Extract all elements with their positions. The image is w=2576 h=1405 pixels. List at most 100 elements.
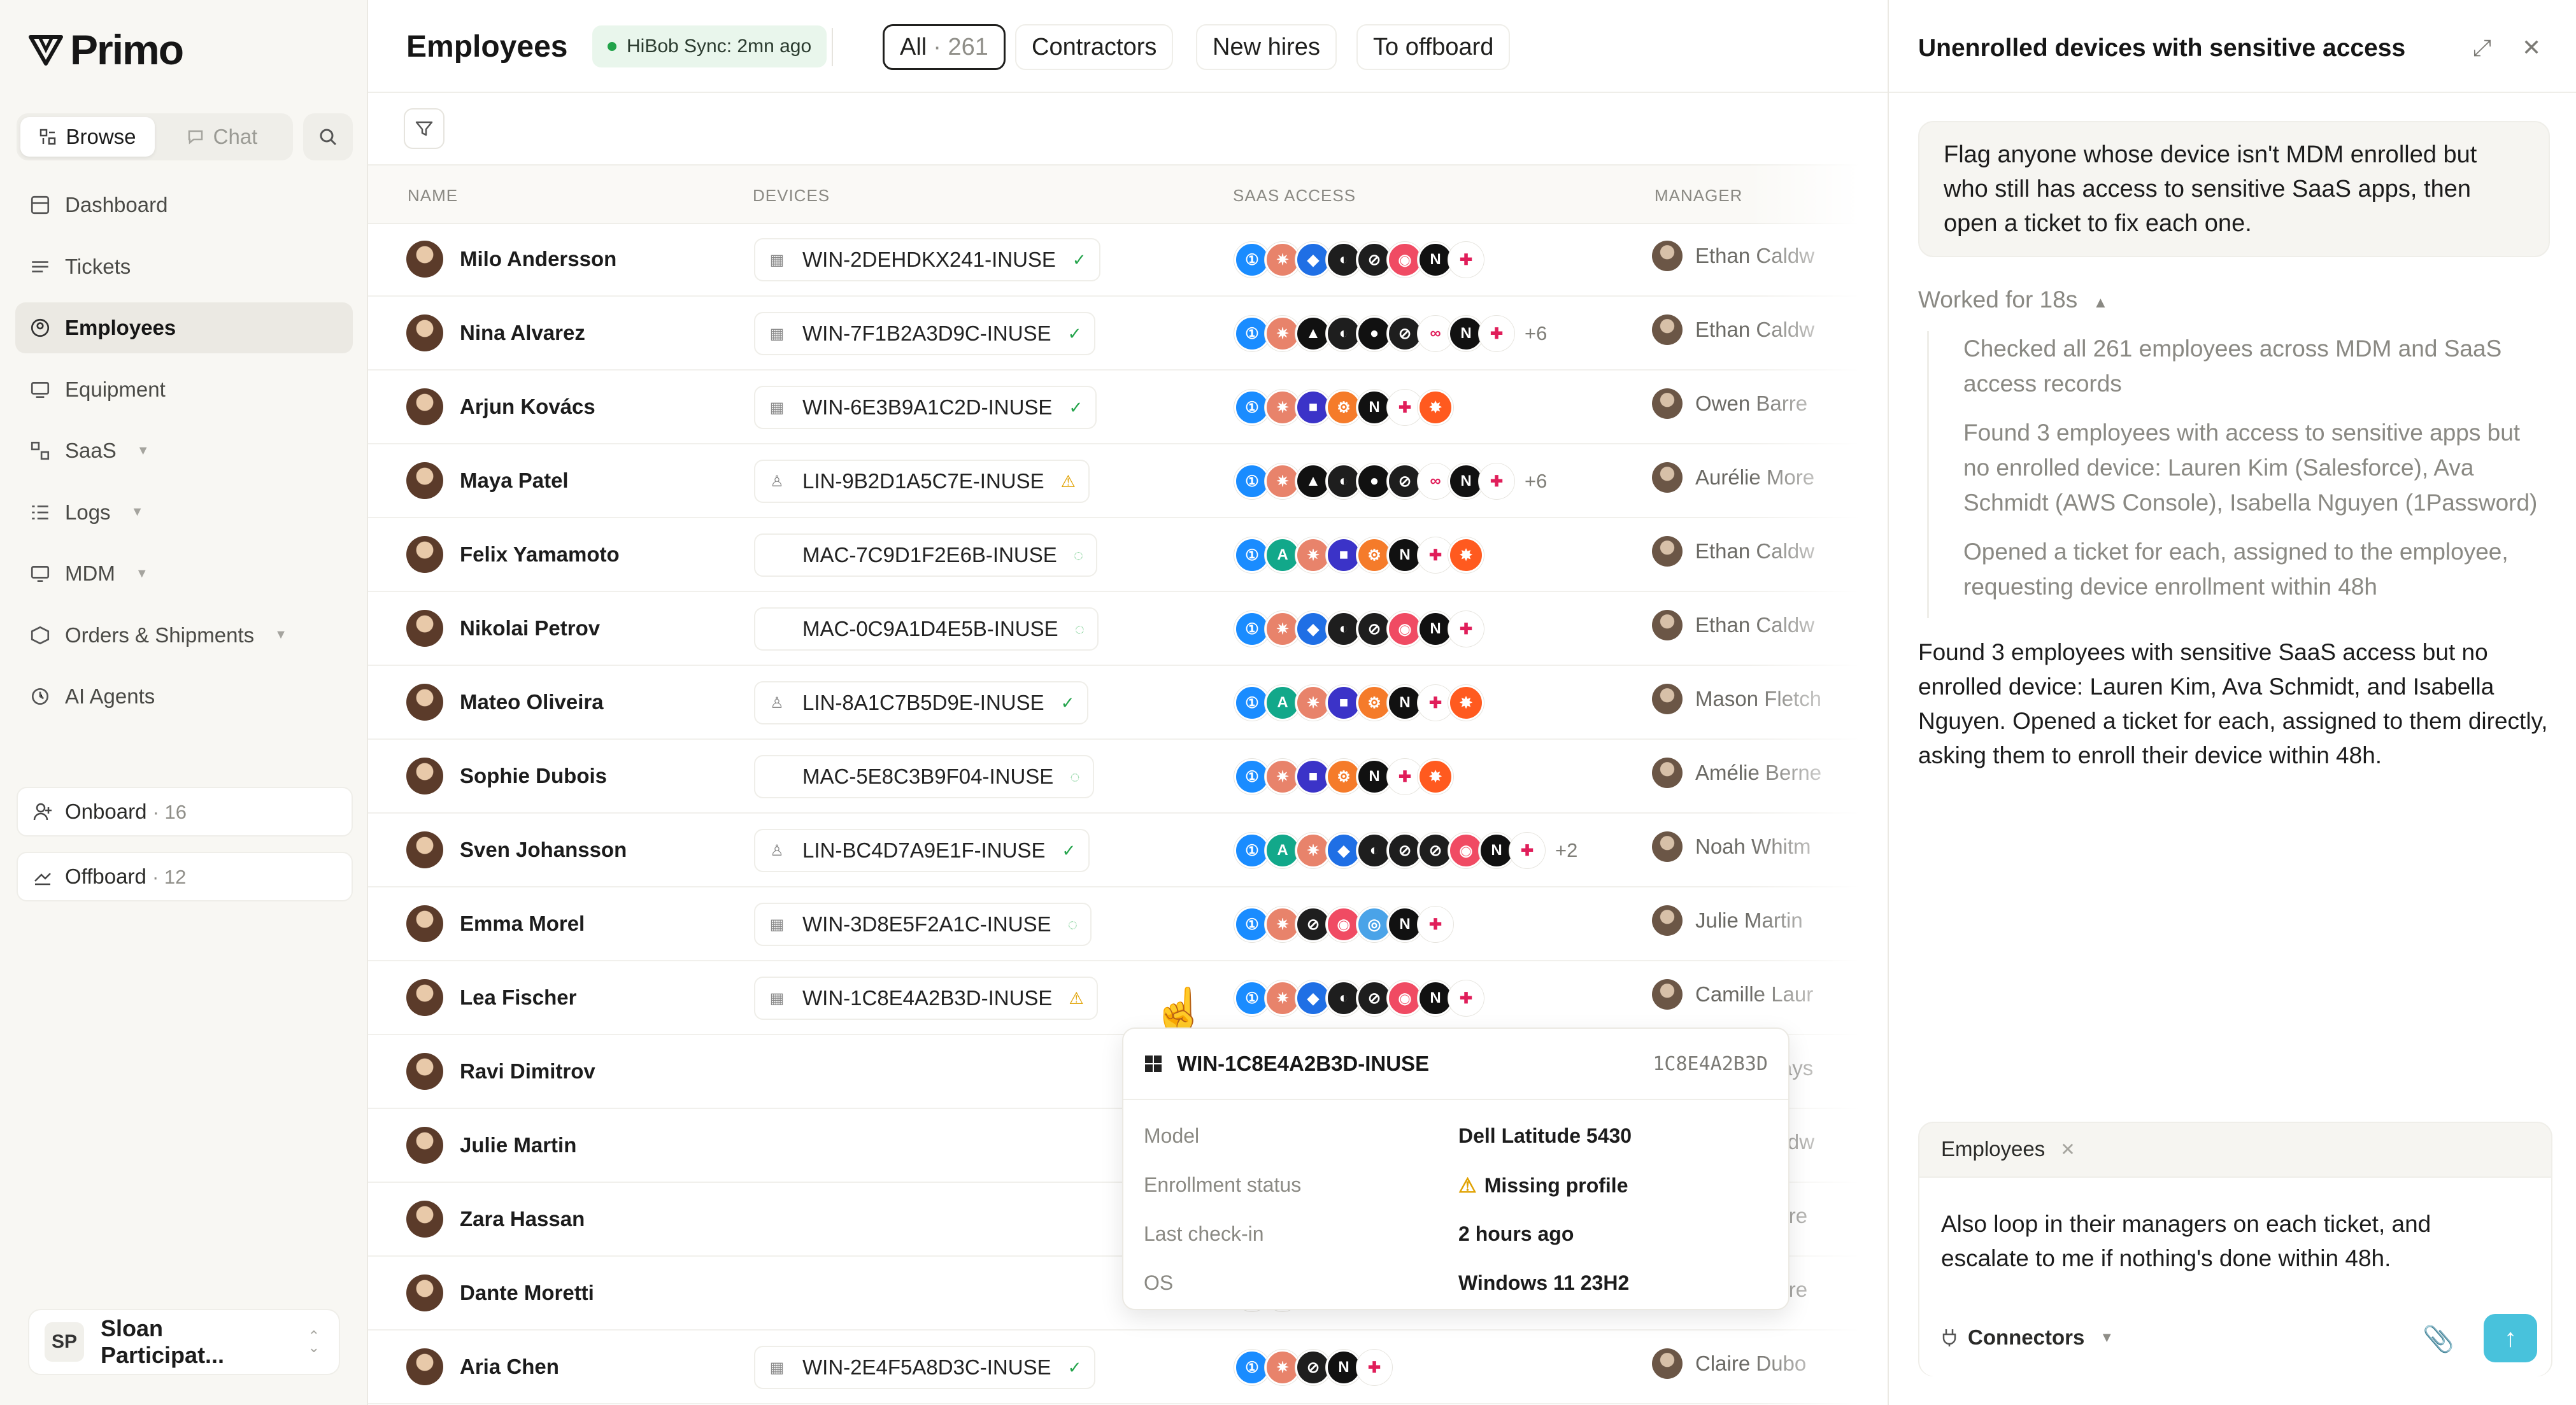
device-name: MAC-0C9A1D4E5B-INUSE [802,617,1058,640]
device-chip[interactable]: MAC-7C9D1F2E6B-INUSE ◌ [754,533,1098,577]
device-chip[interactable]: ▦ WIN-2E4F5A8D3C-INUSE ✓ [754,1346,1096,1389]
app-zap-icon[interactable]: ✸ [1448,537,1484,573]
sidebar-item-mdm[interactable]: MDM ▼ [15,548,353,599]
app-slk-icon[interactable]: ✚ [1448,980,1484,1016]
employee-cell[interactable]: Lea Fischer [406,979,576,1016]
employee-cell[interactable]: Nina Alvarez [406,314,585,351]
sidebar-item-saas[interactable]: SaaS ▼ [15,425,353,476]
app-zap-icon[interactable]: ✸ [1448,685,1484,721]
tab-contractors[interactable]: Contractors [1015,24,1174,70]
device-name: LIN-8A1C7B5D9E-INUSE [802,691,1044,714]
employee-cell[interactable]: Felix Yamamoto [406,536,620,573]
table-row[interactable]: Arjun Kovács ▦ WIN-6E3B9A1C2D-INUSE ✓ ① ✷… [368,371,1888,444]
search-button[interactable] [303,113,353,160]
employee-cell[interactable]: Nikolai Petrov [406,610,600,647]
employee-cell[interactable]: Emma Morel [406,905,585,942]
primo-logo[interactable]: Primo [28,25,184,74]
sidebar-item-ai-agents[interactable]: AI Agents [15,671,353,722]
chat-tab[interactable]: Chat [155,117,289,157]
sidebar-item-orders-shipments[interactable]: Orders & Shipments ▼ [15,610,353,661]
sidebar-item-tickets[interactable]: Tickets [15,241,353,292]
sidebar-item-logs[interactable]: Logs ▼ [15,487,353,538]
employee-cell[interactable]: Zara Hassan [406,1201,585,1238]
connectors-button[interactable]: Connectors ▼ [1941,1325,2114,1350]
device-chip[interactable]: ▦ WIN-1C8E4A2B3D-INUSE ⚠ [754,977,1098,1020]
device-chip[interactable]: ♙ LIN-8A1C7B5D9E-INUSE ✓ [754,681,1089,724]
close-icon[interactable]: ✕ [2522,34,2541,61]
employee-name: Arjun Kovács [460,395,595,418]
col-devices[interactable]: DEVICES [753,186,830,206]
avatar [406,758,443,794]
sidebar-item-equipment[interactable]: Equipment [15,364,353,415]
worked-toggle[interactable]: Worked for 18s ▲ [1918,286,2108,313]
employee-cell[interactable]: Milo Andersson [406,241,616,278]
device-chip[interactable]: ▦ WIN-7F1B2A3D9C-INUSE ✓ [754,312,1096,355]
device-popover: WIN-1C8E4A2B3D-INUSE 1C8E4A2B3D Model De… [1122,1027,1790,1310]
popover-device-name: WIN-1C8E4A2B3D-INUSE [1177,1052,1430,1075]
popover-device-code[interactable]: 1C8E4A2B3D [1653,1053,1768,1075]
device-chip[interactable]: ♙ LIN-BC4D7A9E1F-INUSE ✓ [754,829,1090,872]
table-row[interactable]: Milo Andersson ▦ WIN-2DEHDKX241-INUSE ✓ … [368,223,1888,297]
attach-icon[interactable]: 📎 [2423,1324,2454,1354]
table-row[interactable]: Mateo Oliveira ♙ LIN-8A1C7B5D9E-INUSE ✓ … [368,666,1888,740]
worked-label: Worked for 18s [1918,286,2078,313]
popover-row: Model Dell Latitude 5430 [1144,1112,1768,1161]
device-chip[interactable]: ▦ WIN-3D8E5F2A1C-INUSE ◌ [754,903,1092,946]
app-zap-icon[interactable]: ✸ [1418,390,1453,425]
expand-icon[interactable]: ⤢ [2473,34,2491,62]
app-slk-icon[interactable]: ✚ [1418,907,1453,942]
tab-to-offboard[interactable]: To offboard [1356,24,1511,70]
table-row[interactable]: Sophie Dubois MAC-5E8C3B9F04-INUSE ◌ ① ✷ ■… [368,740,1888,814]
app-slk-icon[interactable]: ✚ [1448,611,1484,647]
table-row[interactable]: Sven Johansson ♙ LIN-BC4D7A9E1F-INUSE ✓ … [368,814,1888,887]
employee-cell[interactable]: Maya Patel [406,462,569,499]
app-zap-icon[interactable]: ✸ [1418,759,1453,794]
sidebar-item-dashboard[interactable]: Dashboard [15,180,353,230]
employee-cell[interactable]: Ravi Dimitrov [406,1053,595,1090]
device-chip[interactable]: ▦ WIN-2DEHDKX241-INUSE ✓ [754,238,1100,281]
app-slk-icon[interactable]: ✚ [1479,463,1514,499]
table-row[interactable]: Emma Morel ▦ WIN-3D8E5F2A1C-INUSE ◌ ① ✷ ⊘ ◉… [368,887,1888,961]
remove-context-icon[interactable]: ✕ [2060,1139,2075,1160]
employee-cell[interactable]: Sven Johansson [406,831,627,868]
device-chip[interactable]: ♙ LIN-9B2D1A5C7E-INUSE ⚠ [754,460,1090,503]
user-switcher[interactable]: SP Sloan Participat... ⌃ ⌄ [28,1309,340,1375]
device-chip[interactable]: MAC-0C9A1D4E5B-INUSE ◌ [754,607,1099,651]
tab-new-hires[interactable]: New hires [1196,24,1337,70]
employee-cell[interactable]: Julie Martin [406,1127,576,1164]
device-chip[interactable]: ▦ WIN-6E3B9A1C2D-INUSE ✓ [754,386,1097,429]
browse-tab[interactable]: Browse [20,117,155,157]
sidebar-item-label: MDM [65,561,115,585]
sidebar-item-employees[interactable]: Employees [15,302,353,353]
more-apps-count[interactable]: +2 [1555,839,1577,862]
app-slk-icon[interactable]: ✚ [1509,833,1545,868]
app-slk-icon[interactable]: ✚ [1448,242,1484,278]
onboard-card[interactable]: Onboard · 16 [17,787,353,837]
app-slk-icon[interactable]: ✚ [1479,316,1514,351]
table-row[interactable]: Felix Yamamoto MAC-7C9D1F2E6B-INUSE ◌ ①A… [368,518,1888,592]
col-name[interactable]: NAME [408,186,458,206]
col-manager[interactable]: MANAGER [1654,186,1742,206]
employee-cell[interactable]: Sophie Dubois [406,758,607,794]
tab-all[interactable]: All · 261 [883,24,1006,70]
more-apps-count[interactable]: +6 [1525,322,1547,345]
table-row[interactable]: Nina Alvarez ▦ WIN-7F1B2A3D9C-INUSE ✓ ① ✷… [368,297,1888,371]
table-row[interactable]: Lea Fischer ▦ WIN-1C8E4A2B3D-INUSE ⚠ ① ✷ ◆… [368,961,1888,1035]
table-row[interactable]: Maya Patel ♙ LIN-9B2D1A5C7E-INUSE ⚠ ① ✷ ▲ ◐… [368,444,1888,518]
message-input[interactable]: Also loop in their managers on each tick… [1941,1207,2514,1276]
col-saas-access[interactable]: SAAS ACCESS [1233,186,1356,206]
table-row[interactable]: Aria Chen ▦ WIN-2E4F5A8D3C-INUSE ✓ ① ✷ ⊘ N ✚… [368,1331,1888,1404]
employee-cell[interactable]: Mateo Oliveira [406,684,604,721]
offboard-card[interactable]: Offboard · 12 [17,852,353,901]
device-chip[interactable]: MAC-5E8C3B9F04-INUSE ◌ [754,755,1094,798]
employee-cell[interactable]: Dante Moretti [406,1274,594,1311]
chat-icon [188,130,203,145]
composer: Employees ✕ Also loop in their managers … [1918,1122,2552,1376]
employee-cell[interactable]: Arjun Kovács [406,388,595,425]
send-button[interactable]: ↑ [2484,1314,2537,1362]
employee-cell[interactable]: Aria Chen [406,1348,559,1385]
filter-button[interactable] [404,108,445,149]
app-slk-icon[interactable]: ✚ [1356,1350,1392,1385]
table-row[interactable]: Nikolai Petrov MAC-0C9A1D4E5B-INUSE ◌ ① ✷… [368,592,1888,666]
more-apps-count[interactable]: +6 [1525,470,1547,493]
